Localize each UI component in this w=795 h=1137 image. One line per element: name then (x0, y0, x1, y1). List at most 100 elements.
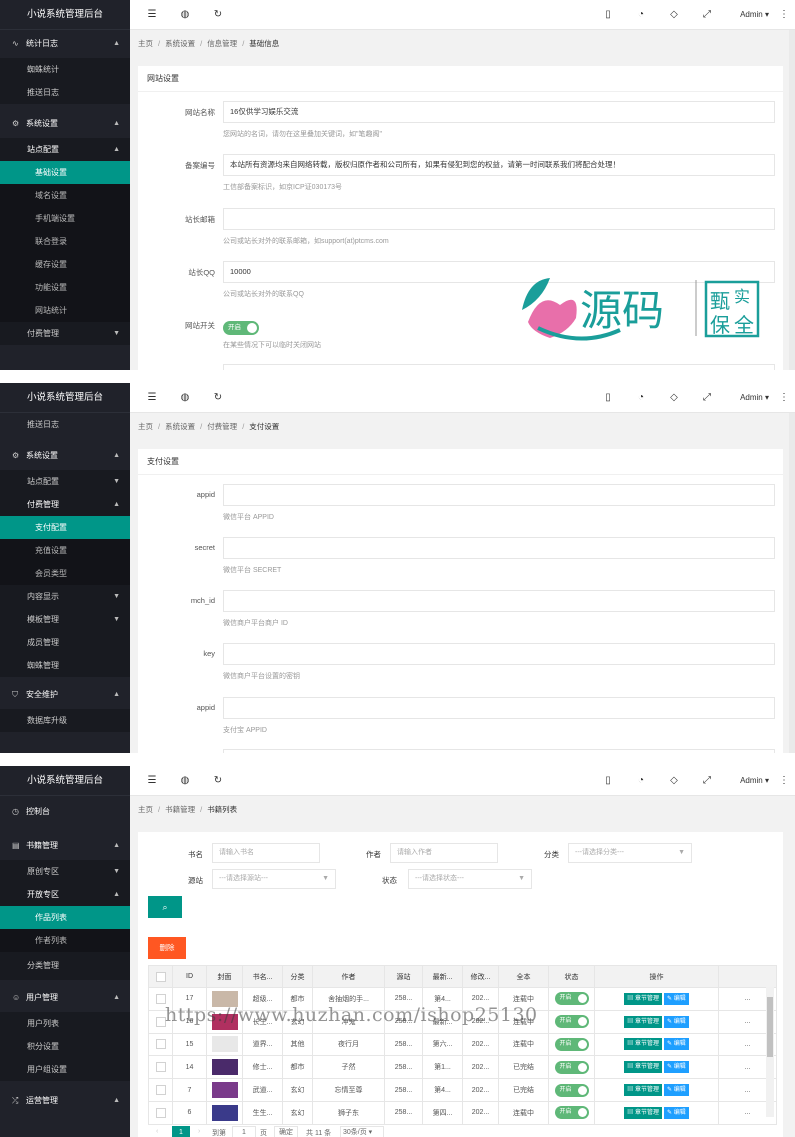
admin-menu[interactable]: Admin ▾ (740, 383, 769, 413)
wx-appid-input[interactable] (223, 484, 775, 506)
next-input[interactable] (223, 364, 775, 370)
col-latest[interactable]: 最新... (422, 965, 463, 988)
nav-item-authors[interactable]: 作者列表 (0, 929, 130, 952)
nav-item-features[interactable]: 功能设置 (0, 276, 130, 299)
fullscreen-icon[interactable]: ⤢ (697, 383, 717, 413)
menu-fold-icon[interactable]: ☰ (142, 0, 162, 30)
author-search-input[interactable]: 请输入作者 (390, 843, 498, 863)
ali-appid-input[interactable] (223, 697, 775, 719)
nav-item-recharge[interactable]: 充值设置 (0, 539, 130, 562)
nav-item-pay-config[interactable]: 支付配置 (0, 516, 130, 539)
nav-item-works[interactable]: 作品列表 (0, 906, 130, 929)
nav-item-cache[interactable]: 缓存设置 (0, 253, 130, 276)
edit-button[interactable]: ✎ 编辑 (663, 1015, 689, 1028)
crumb-item[interactable]: 信息管理 (207, 39, 237, 48)
nav-item-basic[interactable]: 基础设置 (0, 161, 130, 184)
crumb-home[interactable]: 主页 (138, 422, 153, 431)
tag-icon[interactable]: ◇ (664, 0, 684, 30)
nav-item-spider[interactable]: 蜘蛛管理 (0, 654, 130, 677)
more-icon[interactable]: ⋮ (779, 766, 789, 796)
status-toggle[interactable]: 开启 (554, 1083, 589, 1097)
nav-item-template[interactable]: 模板管理 ▼ (0, 608, 130, 631)
tag-icon[interactable]: ◇ (664, 383, 684, 413)
admin-menu[interactable]: Admin ▾ (740, 0, 769, 30)
crumb-home[interactable]: 主页 (138, 805, 153, 814)
globe-icon[interactable]: ◍ (175, 383, 195, 413)
prev-page-icon[interactable]: ‹ (156, 1128, 158, 1135)
page-size-select[interactable]: 30条/页 ▾ (340, 1126, 384, 1137)
nav-group-stats[interactable]: ∿ 统计日志 ▲ (0, 30, 130, 58)
nav-item-analytics[interactable]: 网站统计 (0, 299, 130, 322)
nav-item-site-config[interactable]: 站点配置 ▼ (0, 470, 130, 493)
nav-item-members[interactable]: 成员管理 (0, 631, 130, 654)
status-toggle[interactable]: 开启 (554, 1015, 589, 1029)
more-actions[interactable]: ... (745, 1109, 751, 1116)
theme-icon[interactable]: ◔ (631, 383, 651, 413)
globe-icon[interactable]: ◍ (175, 766, 195, 796)
site-switch-toggle[interactable]: 开启 (223, 321, 259, 335)
note-icon[interactable]: ▯ (598, 766, 618, 796)
nav-item-pay[interactable]: 付费管理 ▲ (0, 493, 130, 516)
book-search-input[interactable]: 请输入书名 (212, 843, 320, 863)
nav-item-spider-stats[interactable]: 蜘蛛统计 (0, 58, 130, 81)
wx-key-input[interactable] (223, 643, 775, 665)
crumb-item[interactable]: 系统设置 (165, 422, 195, 431)
crumb-item[interactable]: 书籍管理 (165, 805, 195, 814)
refresh-icon[interactable]: ↻ (208, 0, 228, 30)
col-source[interactable]: 源站 (384, 965, 423, 988)
nav-item-points[interactable]: 积分设置 (0, 1035, 130, 1058)
col-modified[interactable]: 修改... (462, 965, 499, 988)
nav-group-security[interactable]: ⛉ 安全维护 ▲ (0, 681, 130, 709)
crumb-item[interactable]: 系统设置 (165, 39, 195, 48)
chapter-button[interactable]: ▤ 章节管理 (624, 1015, 662, 1028)
refresh-icon[interactable]: ↻ (208, 383, 228, 413)
category-select[interactable]: ---请选择分类--- ▼ (568, 843, 692, 863)
chapter-button[interactable]: ▤ 章节管理 (624, 1084, 662, 1097)
menu-fold-icon[interactable]: ☰ (142, 766, 162, 796)
confirm-button[interactable]: 确定 (274, 1126, 298, 1137)
nav-group-system[interactable]: ⚙ 系统设置 ▲ (0, 110, 130, 138)
note-icon[interactable]: ▯ (598, 0, 618, 30)
table-row[interactable]: 15 道界... 其他 夜行月 258... 第六... 202... 连载中 开启 ▤ 章节管理… (148, 1032, 777, 1057)
table-row[interactable]: 7 武道... 玄幻 忘情至尊 258... 第4... 202... 已完结 开启 ▤ 章节管理… (148, 1078, 777, 1102)
nav-item-original[interactable]: 原创专区 ▼ (0, 860, 130, 883)
refresh-icon[interactable]: ↻ (208, 766, 228, 796)
next-input[interactable] (223, 749, 775, 753)
more-actions[interactable]: ... (745, 995, 751, 1002)
icp-input[interactable]: 本站所有资源均来自网络转载，版权归原作者和公司所有，如果有侵犯到您的权益，请第一… (223, 154, 775, 176)
table-row[interactable]: 6 生生... 玄幻 狮子东 258... 第四... 202... 连载中 开启 ▤ 章节管理 ✎… (148, 1100, 777, 1125)
status-toggle[interactable]: 开启 (554, 1037, 589, 1051)
more-actions[interactable]: ... (745, 1018, 751, 1025)
note-icon[interactable]: ▯ (598, 383, 618, 413)
chapter-button[interactable]: ▤ 章节管理 (624, 992, 662, 1005)
more-icon[interactable]: ⋮ (779, 383, 789, 413)
cell-checkbox[interactable] (148, 1032, 173, 1057)
crumb-item[interactable]: 付费管理 (207, 422, 237, 431)
chapter-button[interactable]: ▤ 章节管理 (624, 1061, 662, 1074)
more-actions[interactable]: ... (745, 1087, 751, 1094)
nav-item-dashboard[interactable]: ◷ 控制台 (0, 798, 130, 826)
nav-item-open[interactable]: 开放专区 ▲ (0, 883, 130, 906)
admin-menu[interactable]: Admin ▾ (740, 766, 769, 796)
nav-item-mobile[interactable]: 手机端设置 (0, 207, 130, 230)
theme-icon[interactable]: ◔ (631, 0, 651, 30)
nav-item-db-upgrade[interactable]: 数据库升级 (0, 709, 130, 732)
more-actions[interactable]: ... (745, 1041, 751, 1048)
col-id[interactable]: ID (172, 965, 207, 988)
nav-item-push-log[interactable]: 推送日志 (0, 413, 130, 436)
col-name[interactable]: 书名... (242, 965, 283, 988)
globe-icon[interactable]: ◍ (175, 0, 195, 30)
scrollbar[interactable] (789, 30, 795, 370)
chapter-button[interactable]: ▤ 章节管理 (624, 1038, 662, 1051)
crumb-home[interactable]: 主页 (138, 39, 153, 48)
more-icon[interactable]: ⋮ (779, 0, 789, 30)
col-full[interactable]: 全本 (498, 965, 549, 988)
edit-button[interactable]: ✎ 编辑 (663, 992, 689, 1005)
status-toggle[interactable]: 开启 (554, 1106, 589, 1120)
nav-group-system[interactable]: ⚙ 系统设置 ▲ (0, 442, 130, 470)
status-toggle[interactable]: 开启 (554, 1060, 589, 1074)
table-scrollbar[interactable] (766, 987, 774, 1117)
nav-group-books[interactable]: ▤ 书籍管理 ▲ (0, 832, 130, 860)
nav-item-content[interactable]: 内容显示 ▼ (0, 585, 130, 608)
fullscreen-icon[interactable]: ⤢ (697, 766, 717, 796)
